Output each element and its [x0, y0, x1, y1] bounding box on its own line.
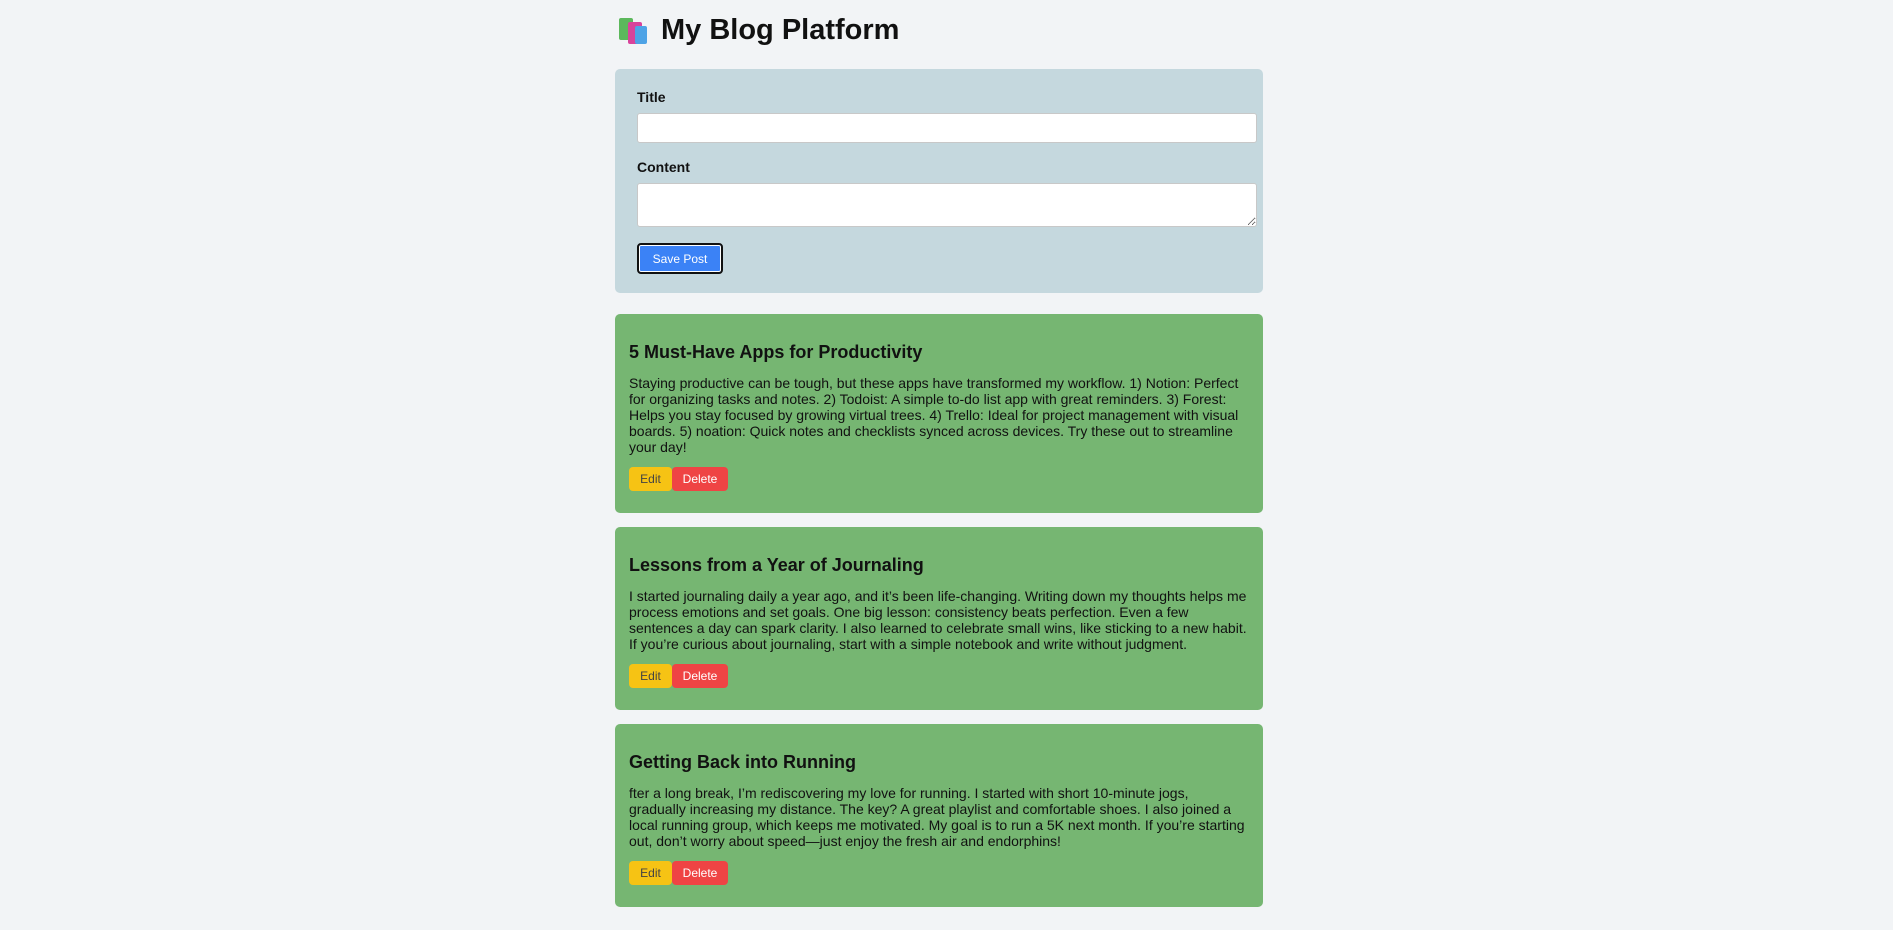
- post-title: Lessons from a Year of Journaling: [629, 555, 924, 575]
- post-title: 5 Must-Have Apps for Productivity: [629, 342, 923, 362]
- edit-post-button[interactable]: Edit: [629, 861, 672, 885]
- edit-post-button[interactable]: Edit: [629, 664, 672, 688]
- page-title: My Blog Platform: [661, 13, 900, 46]
- post-body: Staying productive can be tough, but the…: [629, 375, 1239, 455]
- post-card: Getting Back into Running fter a long br…: [615, 724, 1263, 907]
- save-post-button[interactable]: Save Post: [637, 243, 723, 274]
- content-label: Content: [637, 159, 690, 175]
- edit-post-button[interactable]: Edit: [629, 467, 672, 491]
- post-body: fter a long break, I’m rediscovering my …: [629, 785, 1245, 849]
- post-actions: Edit Delete: [629, 467, 1249, 491]
- title-label: Title: [637, 89, 666, 105]
- post-editor-form: Title Content Save Post: [615, 69, 1263, 293]
- content-textarea[interactable]: [637, 183, 1257, 227]
- delete-post-button[interactable]: Delete: [672, 861, 728, 885]
- app-header: My Blog Platform: [619, 0, 1263, 60]
- post-actions: Edit Delete: [629, 861, 1249, 885]
- post-card: 5 Must-Have Apps for Productivity Stayin…: [615, 314, 1263, 513]
- post-body: I started journaling daily a year ago, a…: [629, 588, 1247, 652]
- delete-post-button[interactable]: Delete: [672, 467, 728, 491]
- delete-post-button[interactable]: Delete: [672, 664, 728, 688]
- post-actions: Edit Delete: [629, 664, 1249, 688]
- post-card: Lessons from a Year of Journaling I star…: [615, 527, 1263, 710]
- title-input[interactable]: [637, 113, 1257, 143]
- books-icon: [619, 16, 649, 44]
- app-container: My Blog Platform Title Content Save Post…: [615, 0, 1263, 907]
- post-title: Getting Back into Running: [629, 752, 856, 772]
